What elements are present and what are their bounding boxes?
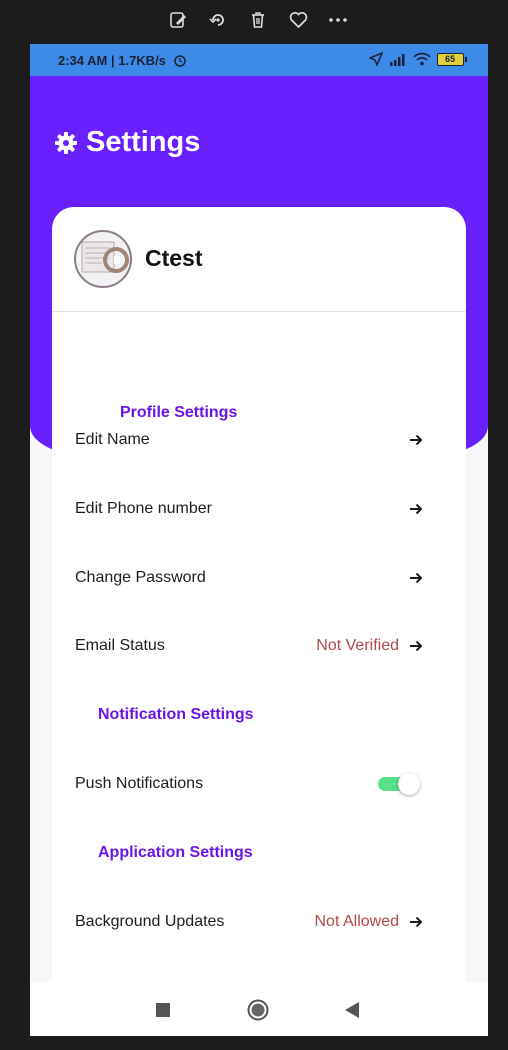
row-push-notifications: Push Notifications [75, 764, 445, 804]
profile-section: Ctest [52, 207, 466, 312]
battery-level: 65 [444, 53, 455, 64]
status-bar: 2:34 AM | 1.7KB/s 65 [30, 44, 488, 76]
username: Ctest [145, 245, 203, 271]
status-icons: 65 [369, 52, 467, 66]
toggle-knob [398, 773, 420, 795]
arrow-right-icon [410, 503, 423, 515]
row-label: Edit Phone number [75, 500, 212, 517]
battery-icon: 65 [437, 52, 467, 66]
background-updates-value: Not Allowed [314, 913, 400, 930]
arrow-right-icon [410, 434, 423, 446]
row-label: Edit Name [75, 431, 150, 448]
page-title: Settings [54, 126, 200, 159]
trash-icon[interactable] [247, 9, 269, 31]
row-label: Push Notifications [75, 775, 204, 792]
android-nav-bar [30, 982, 488, 1036]
viewer-toolbar [0, 0, 508, 40]
wifi-icon [413, 52, 431, 66]
phone-screen: 2:34 AM | 1.7KB/s 65 Settings Ctest Prof… [30, 44, 488, 1036]
arrow-right-icon [410, 916, 423, 928]
row-label: Background Updates [75, 913, 225, 930]
section-title-notification: Notification Settings [98, 706, 254, 723]
gear-icon [55, 131, 77, 154]
section-title-application: Application Settings [98, 844, 253, 861]
row-edit-name[interactable]: Edit Name [75, 420, 445, 460]
rotate-icon[interactable] [207, 9, 229, 31]
email-status-value: Not Verified [316, 637, 399, 654]
page-title-text: Settings [86, 126, 201, 158]
arrow-right-icon [410, 640, 423, 652]
heart-icon[interactable] [287, 9, 309, 31]
recents-icon[interactable] [151, 998, 175, 1022]
push-notifications-toggle[interactable] [376, 773, 422, 795]
row-background-updates[interactable]: Background Updates Not Allowed [75, 902, 445, 942]
signal-icon [390, 53, 405, 66]
row-label: Change Password [75, 569, 206, 586]
back-icon[interactable] [340, 998, 364, 1022]
status-time: 2:34 AM | 1.7KB/s [58, 53, 166, 68]
alarm-icon [174, 55, 186, 67]
row-label: Email Status [75, 637, 165, 654]
more-icon[interactable] [327, 9, 349, 31]
avatar[interactable] [74, 230, 132, 288]
location-icon [369, 52, 383, 66]
row-email-status[interactable]: Email Status Not Verified [75, 626, 445, 666]
edit-image-icon[interactable] [167, 9, 189, 31]
home-icon[interactable] [246, 998, 270, 1022]
row-edit-phone[interactable]: Edit Phone number [75, 489, 445, 529]
row-change-password[interactable]: Change Password [75, 558, 445, 598]
arrow-right-icon [410, 572, 423, 584]
